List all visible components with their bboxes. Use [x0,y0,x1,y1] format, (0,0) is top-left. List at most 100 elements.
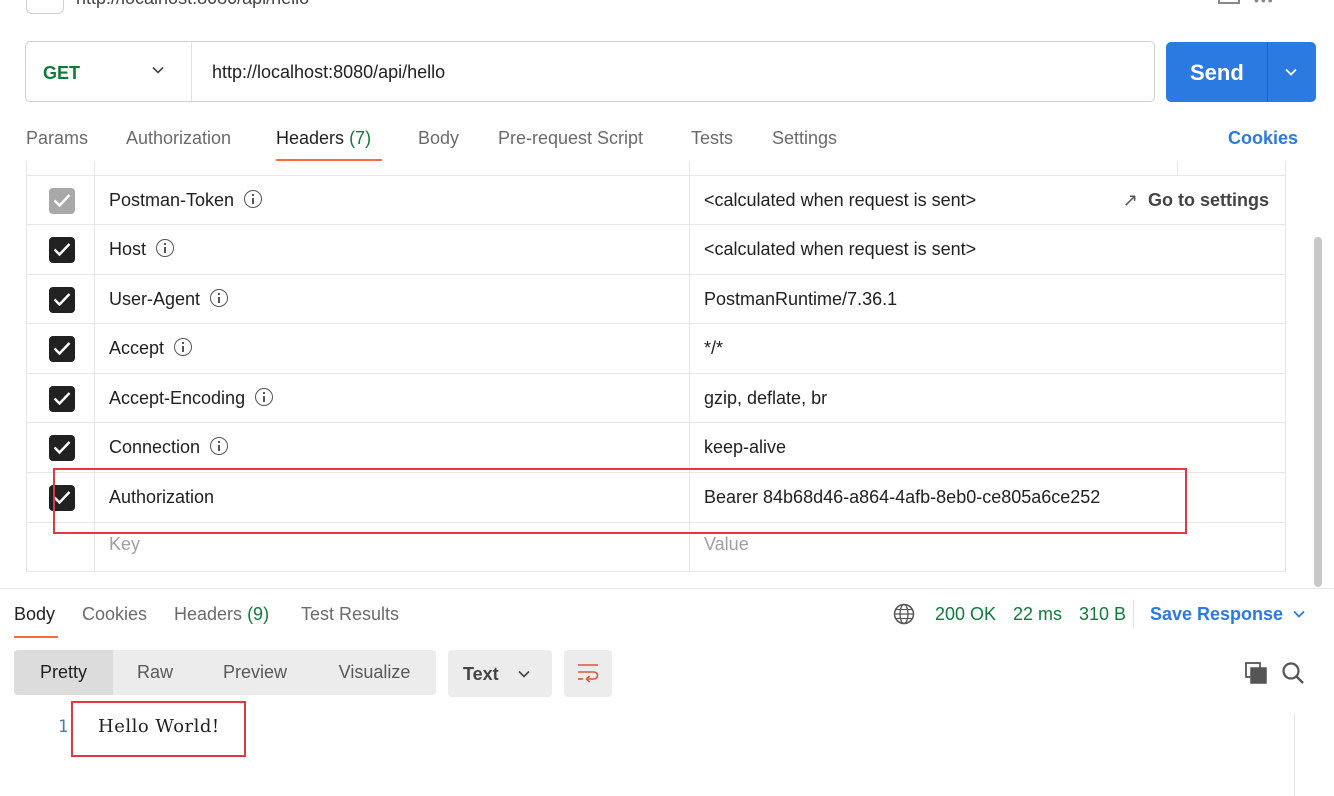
info-icon[interactable] [210,437,229,455]
header-key[interactable]: Host [109,239,175,260]
header-value[interactable]: gzip, deflate, br [704,388,827,409]
header-key[interactable]: Connection [109,437,229,458]
header-key-text: Host [109,239,147,259]
response-size[interactable]: 310 B [1079,604,1126,625]
wrap-lines-button[interactable] [564,650,612,697]
chevron-down-icon[interactable] [1284,65,1298,79]
status-divider [1133,600,1134,628]
tab-authorization[interactable]: Authorization [126,128,231,149]
tab-headers[interactable]: Headers (7) [276,128,371,149]
response-tab-cookies[interactable]: Cookies [82,604,147,625]
chevron-down-icon [1293,610,1305,618]
layout-icon[interactable] [1218,0,1240,4]
info-icon[interactable] [210,289,229,307]
check-icon [53,342,71,356]
header-key-text: Connection [109,437,201,457]
table-row: Accept */* [27,323,1285,373]
method-label: GET [43,63,81,83]
method-select[interactable]: GET [26,42,192,101]
header-value[interactable]: PostmanRuntime/7.36.1 [704,289,897,310]
header-key-text: Accept [109,338,165,358]
header-value[interactable]: */* [704,338,723,359]
header-key[interactable]: Postman-Token [109,190,263,211]
table-row: Accept-Encoding gzip, deflate, br [27,373,1285,423]
header-value[interactable]: keep-alive [704,437,786,458]
header-key-text: Accept-Encoding [109,388,246,408]
go-to-settings-label: Go to settings [1148,190,1269,210]
header-key[interactable]: Accept [109,338,193,359]
editor-gutter [1294,714,1295,796]
header-checkbox[interactable] [49,287,75,313]
format-select[interactable]: Text [448,650,552,697]
url-input[interactable]: http://localhost:8080/api/hello [212,62,445,83]
tab-body[interactable]: Body [418,128,459,149]
response-tab-test-results[interactable]: Test Results [301,604,399,625]
send-divider [1267,42,1268,102]
more-icon[interactable]: ••• [1254,0,1275,8]
annotation-highlight-response [71,701,246,757]
url-bar: GET http://localhost:8080/api/hello [25,41,1155,102]
header-key[interactable]: User-Agent [109,289,229,310]
info-icon[interactable] [174,338,193,356]
check-icon [53,441,71,455]
chevron-down-icon [518,670,530,678]
table-row: User-Agent PostmanRuntime/7.36.1 [27,274,1285,324]
save-response-button[interactable]: Save Response [1150,604,1305,625]
header-checkbox[interactable] [49,336,75,362]
cookies-link[interactable]: Cookies [1228,128,1298,149]
top-bar: http://localhost:8080/api/hello ••• [0,0,1334,16]
back-button[interactable] [26,0,64,14]
view-raw[interactable]: Raw [113,650,197,695]
response-time[interactable]: 22 ms [1013,604,1062,625]
arrow-up-right-icon: ↗ [1122,190,1138,210]
go-to-settings-link[interactable]: ↗ Go to settings [1123,190,1269,211]
response-tab-headers[interactable]: Headers (9) [174,604,269,625]
pane-divider[interactable] [0,588,1334,589]
copy-icon[interactable] [1244,661,1268,685]
view-mode-selector: Pretty Raw Preview Visualize [14,650,436,695]
search-icon[interactable] [1281,661,1305,685]
save-response-label: Save Response [1150,604,1284,624]
request-title: http://localhost:8080/api/hello [76,0,309,9]
view-preview[interactable]: Preview [197,650,313,695]
header-key-text: User-Agent [109,289,201,309]
new-value-input[interactable]: Value [704,534,749,555]
view-visualize[interactable]: Visualize [313,650,436,695]
scrollbar[interactable] [1314,237,1322,587]
info-icon[interactable] [156,239,175,257]
globe-icon[interactable] [893,603,915,625]
wrap-lines-icon [578,664,599,683]
table-row: Host <calculated when request is sent> [27,224,1285,274]
header-checkbox[interactable] [49,435,75,461]
check-icon [53,194,71,208]
header-key-text: Postman-Token [109,190,235,210]
line-number: 1 [58,717,69,737]
tab-tests[interactable]: Tests [691,128,733,149]
response-tab-body[interactable]: Body [14,604,55,625]
check-icon [53,243,71,257]
status-code[interactable]: 200 OK [935,604,996,625]
tab-params[interactable]: Params [26,128,88,149]
request-tabs: Params Authorization Headers (7) Body Pr… [0,122,1334,162]
tab-settings[interactable]: Settings [772,128,837,149]
header-value[interactable]: <calculated when request is sent> [704,190,976,211]
new-key-input[interactable]: Key [109,534,140,555]
header-checkbox[interactable] [49,237,75,263]
annotation-highlight-authorization [53,468,1187,534]
header-key[interactable]: Accept-Encoding [109,388,274,409]
info-icon[interactable] [244,190,263,208]
view-pretty[interactable]: Pretty [14,650,113,695]
response-tab-headers-count: (9) [247,604,270,624]
send-label: Send [1190,60,1244,85]
active-response-tab-indicator [14,636,58,638]
tab-headers-count: (7) [349,128,372,148]
table-row: Postman-Token <calculated when request i… [27,175,1285,225]
table-top-edge [27,161,1285,175]
header-checkbox[interactable] [49,188,75,214]
header-checkbox[interactable] [49,386,75,412]
tab-prerequest-script[interactable]: Pre-request Script [498,128,643,149]
send-button[interactable]: Send [1166,42,1316,102]
info-icon[interactable] [255,388,274,406]
tab-headers-label: Headers [276,128,345,148]
header-value[interactable]: <calculated when request is sent> [704,239,976,260]
